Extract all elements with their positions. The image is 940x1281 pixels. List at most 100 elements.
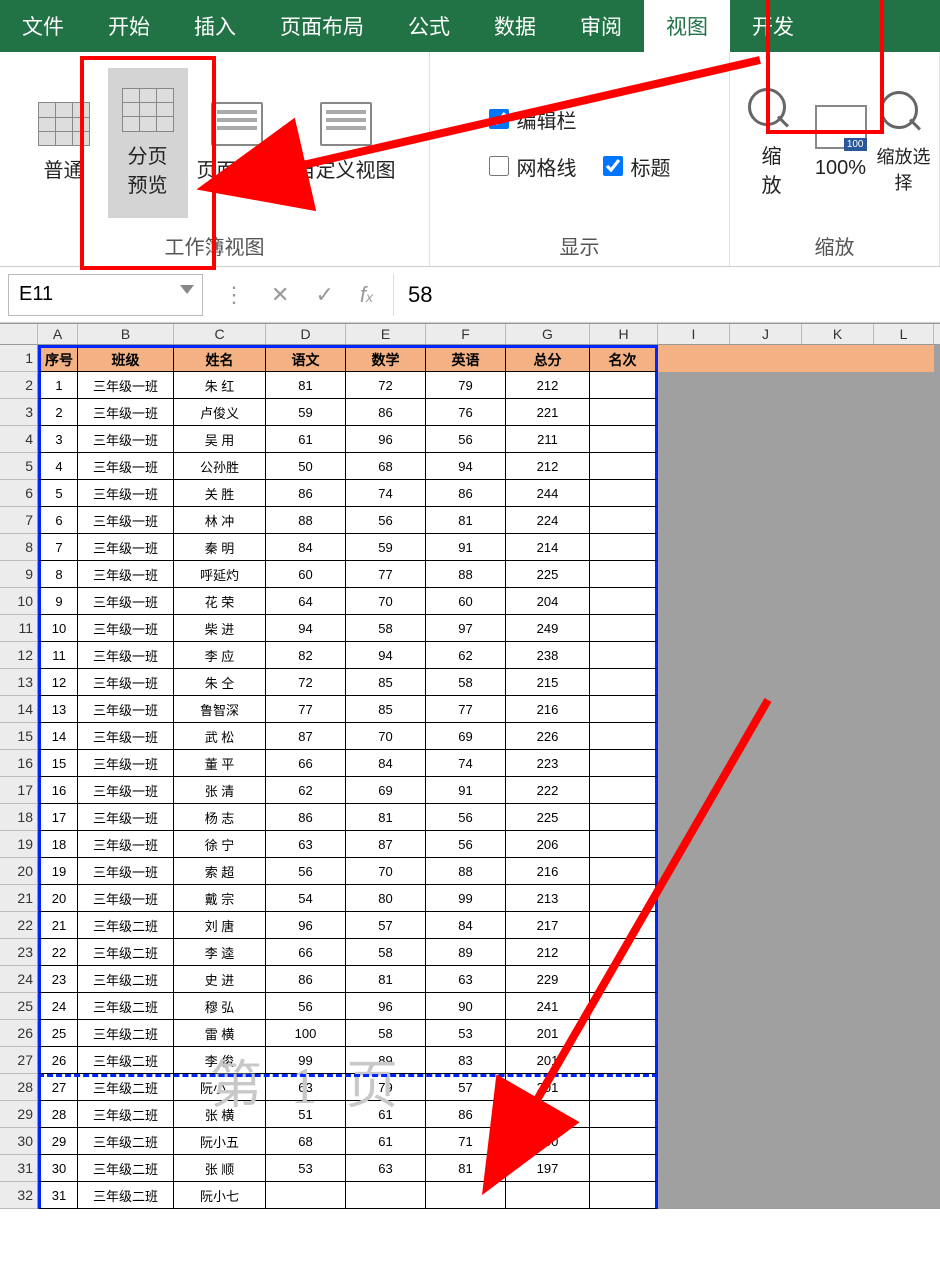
cell[interactable]: 三年级二班 <box>78 1182 174 1209</box>
cell[interactable]: 鲁智深 <box>174 696 266 723</box>
empty-cell[interactable] <box>802 858 874 885</box>
cell[interactable]: 25 <box>38 1020 78 1047</box>
cell[interactable]: 225 <box>506 804 590 831</box>
empty-cell[interactable] <box>658 804 730 831</box>
empty-cell[interactable] <box>874 750 934 777</box>
empty-cell[interactable] <box>802 426 874 453</box>
cell[interactable]: 87 <box>266 723 346 750</box>
cell[interactable]: 58 <box>346 939 426 966</box>
tab-view[interactable]: 视图 <box>644 0 730 52</box>
cell[interactable]: 84 <box>266 534 346 561</box>
tab-insert[interactable]: 插入 <box>172 0 258 52</box>
empty-cell[interactable] <box>658 777 730 804</box>
empty-cell[interactable] <box>730 345 802 372</box>
empty-cell[interactable] <box>874 885 934 912</box>
empty-cell[interactable] <box>874 804 934 831</box>
tab-file[interactable]: 文件 <box>0 0 86 52</box>
cell[interactable]: 85 <box>346 696 426 723</box>
empty-cell[interactable] <box>802 912 874 939</box>
empty-cell[interactable] <box>874 1074 934 1101</box>
empty-cell[interactable] <box>874 912 934 939</box>
empty-cell[interactable] <box>802 561 874 588</box>
cell[interactable]: 总分 <box>506 345 590 372</box>
cell[interactable]: 3 <box>38 426 78 453</box>
cell[interactable]: 72 <box>346 372 426 399</box>
cell[interactable]: 三年级一班 <box>78 453 174 480</box>
empty-cell[interactable] <box>874 1047 934 1074</box>
cell[interactable]: 三年级一班 <box>78 399 174 426</box>
cell[interactable]: 9 <box>38 588 78 615</box>
empty-cell[interactable] <box>658 1182 730 1209</box>
empty-cell[interactable] <box>730 534 802 561</box>
row-header[interactable]: 13 <box>0 669 38 696</box>
cell[interactable]: 212 <box>506 939 590 966</box>
cell[interactable]: 26 <box>38 1047 78 1074</box>
formula-input[interactable]: 58 <box>393 274 932 316</box>
tab-data[interactable]: 数据 <box>472 0 558 52</box>
page-layout-view-button[interactable]: 页面布局 <box>192 68 282 218</box>
fx-icon[interactable]: fx <box>360 282 373 308</box>
cell[interactable]: 222 <box>506 777 590 804</box>
row-header[interactable]: 15 <box>0 723 38 750</box>
cell[interactable]: 59 <box>346 534 426 561</box>
empty-cell[interactable] <box>802 696 874 723</box>
cell[interactable] <box>590 912 658 939</box>
cell[interactable]: 穆 弘 <box>174 993 266 1020</box>
cell[interactable] <box>426 1182 506 1209</box>
empty-cell[interactable] <box>658 750 730 777</box>
cell[interactable]: 200 <box>506 1128 590 1155</box>
empty-cell[interactable] <box>658 858 730 885</box>
cell[interactable] <box>266 1182 346 1209</box>
formula-bar-checkbox[interactable]: 编辑栏 <box>489 105 577 134</box>
cell[interactable] <box>346 1182 426 1209</box>
cell[interactable] <box>590 696 658 723</box>
cell[interactable]: 198 <box>506 1101 590 1128</box>
enter-icon[interactable]: ✓ <box>315 282 333 308</box>
cell[interactable]: 94 <box>266 615 346 642</box>
cell[interactable]: 56 <box>426 426 506 453</box>
cell[interactable]: 三年级一班 <box>78 615 174 642</box>
empty-cell[interactable] <box>730 831 802 858</box>
cell[interactable]: 三年级一班 <box>78 696 174 723</box>
row-header[interactable]: 17 <box>0 777 38 804</box>
cell[interactable]: 88 <box>266 507 346 534</box>
row-header[interactable]: 6 <box>0 480 38 507</box>
cell[interactable]: 211 <box>506 426 590 453</box>
row-header[interactable]: 2 <box>0 372 38 399</box>
empty-cell[interactable] <box>874 507 934 534</box>
cell[interactable]: 99 <box>426 885 506 912</box>
cell[interactable]: 226 <box>506 723 590 750</box>
cell[interactable]: 朱 红 <box>174 372 266 399</box>
empty-cell[interactable] <box>658 399 730 426</box>
empty-cell[interactable] <box>658 723 730 750</box>
cell[interactable]: 79 <box>426 372 506 399</box>
empty-cell[interactable] <box>730 696 802 723</box>
cell[interactable]: 8 <box>38 561 78 588</box>
cell[interactable]: 77 <box>346 561 426 588</box>
cell[interactable]: 91 <box>426 534 506 561</box>
cell[interactable]: 249 <box>506 615 590 642</box>
cell[interactable] <box>590 453 658 480</box>
cell[interactable]: 1 <box>38 372 78 399</box>
column-header[interactable]: B <box>78 324 174 344</box>
empty-cell[interactable] <box>658 615 730 642</box>
cell[interactable]: 班级 <box>78 345 174 372</box>
empty-cell[interactable] <box>874 723 934 750</box>
empty-cell[interactable] <box>730 858 802 885</box>
cell[interactable]: 13 <box>38 696 78 723</box>
column-header[interactable]: D <box>266 324 346 344</box>
cell[interactable] <box>590 750 658 777</box>
zoom-button[interactable]: 缩 放 <box>742 68 802 218</box>
cell[interactable] <box>590 993 658 1020</box>
zoom-selection-button[interactable]: 缩放选 择 <box>880 68 928 218</box>
more-icon[interactable]: ⋮ <box>223 282 245 308</box>
empty-cell[interactable] <box>802 777 874 804</box>
column-header[interactable]: J <box>730 324 802 344</box>
cell[interactable] <box>590 939 658 966</box>
cell[interactable]: 56 <box>426 831 506 858</box>
empty-cell[interactable] <box>874 1020 934 1047</box>
cell[interactable]: 三年级二班 <box>78 1020 174 1047</box>
cell[interactable]: 68 <box>266 1128 346 1155</box>
headings-checkbox[interactable]: 标题 <box>603 152 671 181</box>
row-header[interactable]: 12 <box>0 642 38 669</box>
